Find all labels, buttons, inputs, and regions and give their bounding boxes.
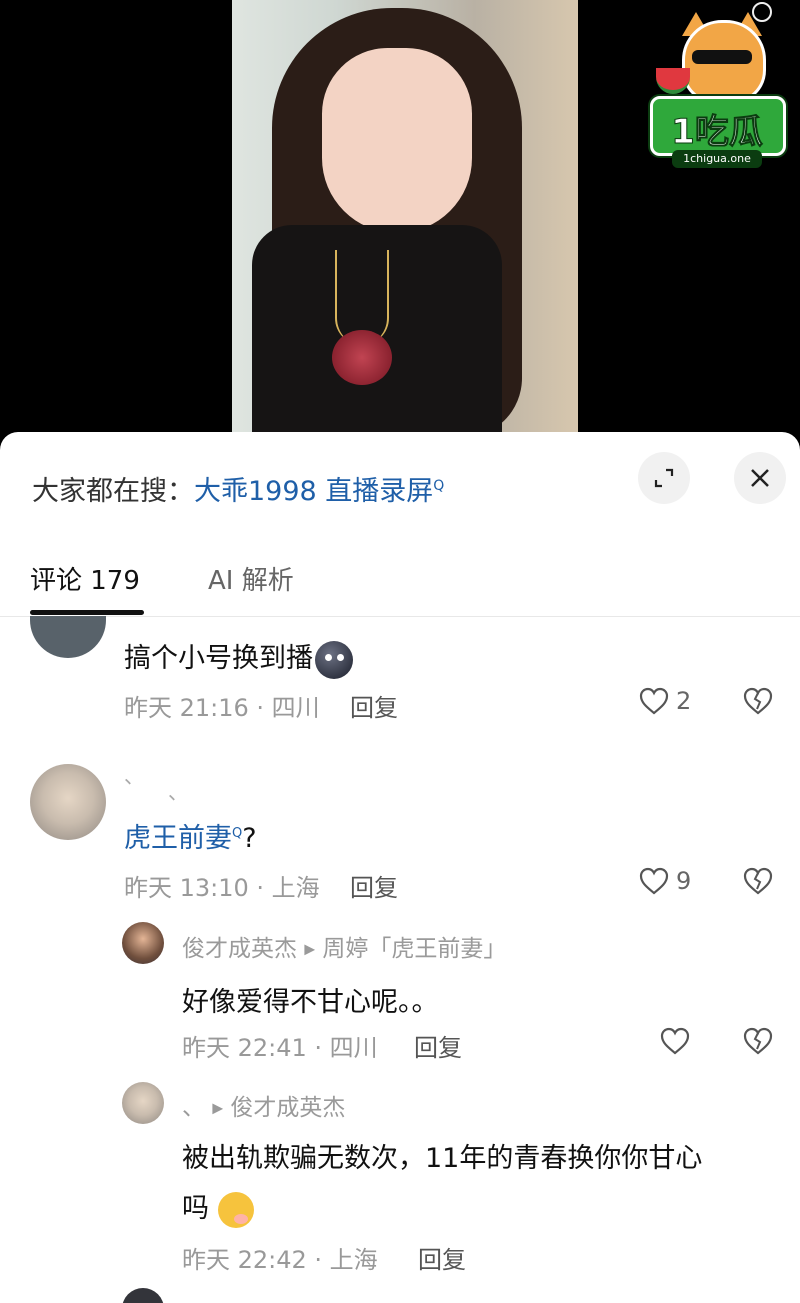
hot-search-bar[interactable]: 大家都在搜：大乖1998 直播录屏Q: [32, 469, 444, 508]
watermelon-icon: [656, 68, 690, 94]
comment-meta: 昨天 22:41 · 四川: [182, 1034, 378, 1062]
broken-heart-icon: [743, 1027, 773, 1055]
reply-target[interactable]: 俊才成英杰: [230, 1095, 345, 1121]
reply-header: 、 ▶ 俊才成英杰: [182, 1088, 345, 1122]
reply-button[interactable]: 回复: [418, 1240, 466, 1275]
tab-bar: 评论 179 AI 解析: [0, 542, 800, 617]
hot-search-prefix: 大家都在搜：: [32, 476, 194, 507]
avatar[interactable]: [30, 616, 106, 658]
search-marker-icon: Q: [433, 478, 445, 494]
comment-meta: 昨天 13:10 · 上海: [124, 874, 320, 902]
comment-text: 好像爱得不甘心呢。。: [182, 987, 439, 1018]
comment-text: 搞个小号换到播: [124, 636, 353, 679]
avatar[interactable]: [122, 1082, 164, 1124]
heart-icon: [639, 867, 669, 895]
reply-header: 俊才成英杰 ▶ 周婷「虎王前妻」: [182, 929, 506, 963]
logo-site: 1chigua.one: [672, 150, 762, 168]
dislike-button[interactable]: [742, 866, 774, 896]
heart-icon: [639, 687, 669, 715]
logo-text: 1吃瓜: [671, 112, 764, 153]
video-frame[interactable]: [232, 0, 578, 432]
comment-text: 被出轨欺骗无数次，11年的青春换你你甘心: [182, 1143, 703, 1174]
reply-button[interactable]: 回复: [350, 868, 398, 903]
emoji-icon: [217, 1191, 254, 1228]
comment-search-link[interactable]: 虎王前妻Q: [124, 823, 242, 854]
search-marker-icon: Q: [232, 826, 243, 841]
like-button[interactable]: 2: [638, 686, 691, 716]
close-button[interactable]: [734, 452, 786, 504]
watermark-logo: 1吃瓜 1chigua.one: [648, 10, 786, 168]
tab-ai-analysis[interactable]: AI 解析: [208, 560, 294, 597]
video-person-face: [322, 48, 472, 233]
username[interactable]: 俊才成英杰: [182, 936, 297, 962]
reply-button[interactable]: 回复: [350, 688, 398, 723]
hot-search-term[interactable]: 大乖1998 直播录屏: [194, 476, 433, 507]
video-area[interactable]: 1吃瓜 1chigua.one: [0, 0, 800, 440]
comment-list[interactable]: 搞个小号换到播 昨天 21:16 · 四川 回复 2 、 、 虎王前妻Q? 昨天…: [0, 616, 800, 1303]
reply-target[interactable]: 周婷「虎王前妻」: [322, 936, 506, 962]
like-button[interactable]: 9: [638, 866, 691, 896]
comment-meta: 昨天 21:16 · 四川: [124, 694, 320, 722]
like-count: 9: [676, 867, 692, 895]
sunglasses-icon: [692, 50, 752, 64]
reply-button[interactable]: 回复: [414, 1028, 462, 1063]
reply-arrow-icon: ▶: [304, 941, 316, 958]
avatar[interactable]: [30, 764, 106, 840]
tab-comments[interactable]: 评论 179: [30, 560, 140, 597]
tab-active-indicator: [30, 610, 144, 615]
username[interactable]: 、: [182, 1095, 205, 1121]
reply-arrow-icon: ▶: [212, 1100, 224, 1117]
username[interactable]: 、: [124, 760, 144, 789]
heart-icon: [660, 1027, 690, 1055]
dislike-button[interactable]: [742, 686, 774, 716]
close-icon: [751, 469, 769, 487]
comment-sheet: 大家都在搜：大乖1998 直播录屏Q 评论 179 AI 解析 搞个小号换到播 …: [0, 432, 800, 1303]
comment-text-line2: 吗: [182, 1186, 254, 1228]
comment-text: 虎王前妻Q?: [124, 823, 257, 854]
comment-meta: 昨天 22:42 · 上海: [182, 1246, 378, 1274]
dislike-button[interactable]: [742, 1026, 774, 1056]
emoji-icon: [315, 640, 353, 679]
avatar[interactable]: [122, 922, 164, 964]
username-mark: 、: [168, 780, 188, 804]
video-dress-flower: [332, 330, 392, 385]
expand-button[interactable]: [638, 452, 690, 504]
broken-heart-icon: [743, 867, 773, 895]
broken-heart-icon: [743, 687, 773, 715]
like-button[interactable]: [659, 1026, 691, 1056]
avatar[interactable]: [122, 1288, 164, 1303]
like-count: 2: [676, 687, 692, 715]
expand-icon: [654, 468, 674, 488]
